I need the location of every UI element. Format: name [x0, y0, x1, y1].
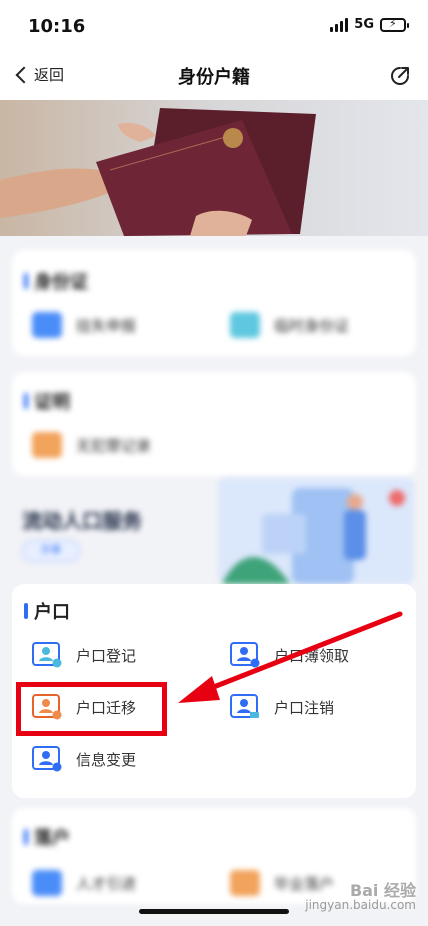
- id-card-icon: [230, 312, 260, 338]
- status-icons: 5G ⚡: [330, 17, 409, 32]
- id-card-icon: [32, 870, 62, 896]
- service-item-info-change[interactable]: 信息变更: [32, 746, 136, 772]
- signal-icon: [330, 17, 349, 32]
- document-icon: [32, 432, 62, 458]
- service-item-hukou-cancel[interactable]: 户口注销: [230, 694, 334, 720]
- settle-section-title: 落户: [24, 824, 70, 850]
- page-title: 身份户籍: [178, 67, 250, 88]
- service-item-temp-id[interactable]: 临时身份证: [230, 312, 349, 338]
- household-register-photo: [0, 100, 428, 236]
- battery-icon: ⚡: [380, 17, 409, 32]
- share-icon: [391, 67, 409, 85]
- service-item-hukou-book-collect[interactable]: 户口簿领取: [230, 642, 349, 668]
- id-card-icon: [32, 746, 62, 772]
- id-card-icon: [230, 642, 260, 668]
- id-card-icon: [230, 870, 260, 896]
- floating-population-title: 流动人口服务: [22, 509, 142, 533]
- hero-banner: [0, 100, 428, 236]
- id-card-section: 身份证 挂失申报 临时身份证: [12, 250, 416, 356]
- certificate-section-title: 证明: [24, 388, 70, 414]
- network-label: 5G: [354, 17, 374, 32]
- id-card-icon: [32, 642, 62, 668]
- service-item-talent[interactable]: 人才引进: [32, 870, 136, 896]
- service-item-report-loss[interactable]: 挂失申报: [32, 312, 136, 338]
- id-card-section-title: 身份证: [24, 268, 88, 294]
- highlight-box: [16, 682, 167, 736]
- certificate-section: 证明 无犯罪记录: [12, 372, 416, 476]
- id-card-icon: [230, 694, 260, 720]
- watermark: Bai 经验 jingyan.baidu.com: [305, 881, 416, 913]
- nav-bar: 返回 身份户籍: [0, 52, 428, 100]
- hukou-section-title: 户口: [24, 598, 70, 624]
- floating-pill[interactable]: 办事: [22, 540, 80, 562]
- service-item-hukou-register[interactable]: 户口登记: [32, 642, 136, 668]
- share-button[interactable]: [388, 64, 412, 92]
- id-card-icon: [32, 312, 62, 338]
- status-time: 10:16: [28, 16, 86, 37]
- home-indicator[interactable]: [139, 909, 289, 914]
- status-bar: 10:16 5G ⚡: [0, 0, 428, 52]
- service-item-no-crime[interactable]: 无犯罪记录: [32, 432, 151, 458]
